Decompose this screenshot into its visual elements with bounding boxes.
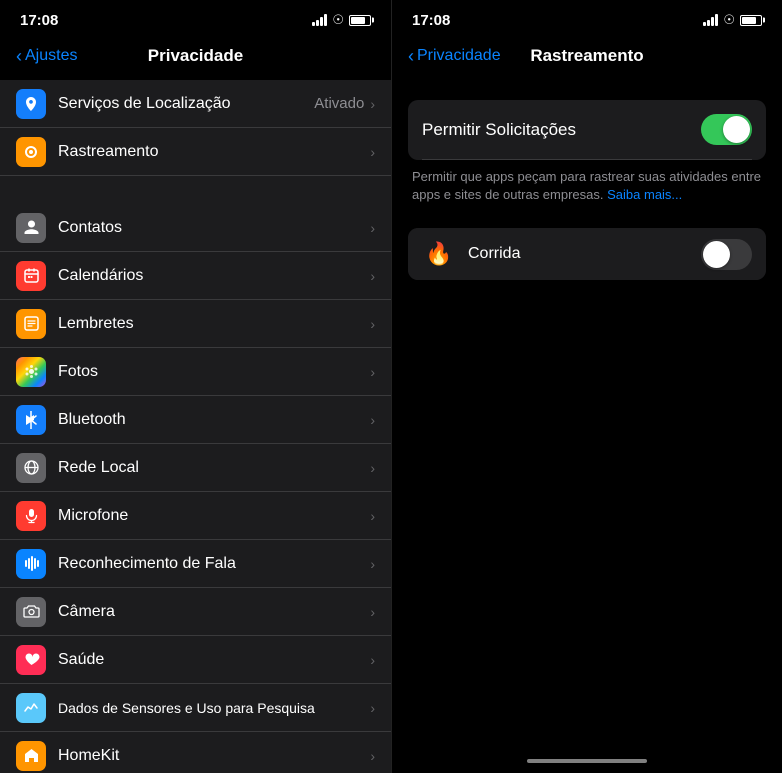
corrida-label: Corrida — [468, 245, 701, 263]
homekit-icon — [16, 741, 46, 771]
saude-icon — [16, 645, 46, 675]
list-item-reconhecimento[interactable]: Reconhecimento de Fala › — [0, 540, 391, 588]
calendarios-icon — [16, 261, 46, 291]
left-section-main: Contatos › Calendários › — [0, 204, 391, 773]
fotos-label: Fotos — [58, 363, 370, 381]
right-battery-icon — [740, 15, 762, 26]
calendarios-chevron: › — [370, 268, 375, 284]
homekit-label: HomeKit — [58, 747, 370, 765]
reconhecimento-icon — [16, 549, 46, 579]
rede-local-chevron: › — [370, 460, 375, 476]
section-divider-1 — [0, 176, 391, 204]
saude-label: Saúde — [58, 651, 370, 669]
left-section-top: Serviços de Localização Ativado › Rastre… — [0, 80, 391, 176]
reconhecimento-chevron: › — [370, 556, 375, 572]
contatos-label: Contatos — [58, 219, 370, 237]
right-nav-title: Rastreamento — [530, 46, 643, 66]
wifi-icon: ☉ — [332, 12, 344, 28]
contatos-chevron: › — [370, 220, 375, 236]
calendarios-label: Calendários — [58, 267, 370, 285]
microfone-label: Microfone — [58, 507, 370, 525]
dados-sensores-icon — [16, 693, 46, 723]
right-wifi-icon: ☉ — [723, 12, 735, 28]
right-status-icons: ☉ — [703, 12, 762, 28]
signal-bars-icon — [312, 14, 327, 26]
saude-chevron: › — [370, 652, 375, 668]
reconhecimento-label: Reconhecimento de Fala — [58, 555, 370, 573]
dados-sensores-label: Dados de Sensores e Uso para Pesquisa — [58, 700, 370, 716]
battery-icon — [349, 15, 371, 26]
corrida-app-row[interactable]: 🔥 Corrida — [408, 228, 766, 280]
left-nav-title: Privacidade — [148, 46, 243, 66]
microfone-icon — [16, 501, 46, 531]
permitir-solicitacoes-toggle[interactable] — [701, 114, 752, 145]
right-panel: 17:08 ☉ ‹ Privacidade Rastreamento Permi — [391, 0, 782, 773]
list-item-camera[interactable]: Câmera › — [0, 588, 391, 636]
list-item-rede-local[interactable]: Rede Local › — [0, 444, 391, 492]
left-status-time: 17:08 — [20, 12, 58, 29]
rede-local-label: Rede Local — [58, 459, 370, 477]
list-item-homekit[interactable]: HomeKit › — [0, 732, 391, 773]
right-nav-bar: ‹ Privacidade Rastreamento — [392, 36, 782, 80]
contatos-icon — [16, 213, 46, 243]
list-item-lembretes[interactable]: Lembretes › — [0, 300, 391, 348]
homekit-chevron: › — [370, 748, 375, 764]
saiba-mais-link[interactable]: Saiba mais... — [607, 187, 682, 202]
right-back-button[interactable]: ‹ Privacidade — [408, 46, 501, 67]
list-item-bluetooth[interactable]: Bluetooth › — [0, 396, 391, 444]
list-item-calendarios[interactable]: Calendários › — [0, 252, 391, 300]
bluetooth-icon — [16, 405, 46, 435]
bluetooth-label: Bluetooth — [58, 411, 370, 429]
list-item-microfone[interactable]: Microfone › — [0, 492, 391, 540]
localizacao-icon — [16, 89, 46, 119]
list-item-rastreamento[interactable]: Rastreamento › — [0, 128, 391, 176]
left-scroll-area: Serviços de Localização Ativado › Rastre… — [0, 80, 391, 773]
dados-sensores-chevron: › — [370, 700, 375, 716]
list-item-fotos[interactable]: Fotos › — [0, 348, 391, 396]
chevron-left-icon: ‹ — [16, 46, 22, 67]
right-home-indicator — [392, 753, 782, 773]
left-status-bar: 17:08 ☉ — [0, 0, 391, 36]
localizacao-label: Serviços de Localização — [58, 95, 314, 113]
corrida-toggle[interactable] — [701, 239, 752, 270]
left-panel: 17:08 ☉ ‹ Ajustes Privacidade — [0, 0, 391, 773]
list-item-saude[interactable]: Saúde › — [0, 636, 391, 684]
camera-icon — [16, 597, 46, 627]
left-back-label: Ajustes — [25, 47, 77, 65]
permitir-solicitacoes-row[interactable]: Permitir Solicitações — [422, 100, 752, 160]
fotos-chevron: › — [370, 364, 375, 380]
localizacao-chevron: › — [370, 96, 375, 112]
fotos-icon — [16, 357, 46, 387]
right-chevron-left-icon: ‹ — [408, 46, 414, 67]
bluetooth-chevron: › — [370, 412, 375, 428]
left-status-icons: ☉ — [312, 12, 371, 28]
rastreamento-label: Rastreamento — [58, 143, 370, 161]
lembretes-icon — [16, 309, 46, 339]
lembretes-label: Lembretes — [58, 315, 370, 333]
lembretes-chevron: › — [370, 316, 375, 332]
list-item-dados-sensores[interactable]: Dados de Sensores e Uso para Pesquisa › — [0, 684, 391, 732]
permitir-description: Permitir que apps peçam para rastrear su… — [408, 160, 766, 220]
right-signal-bars-icon — [703, 14, 718, 26]
permitir-solicitacoes-label: Permitir Solicitações — [422, 120, 701, 140]
right-status-time: 17:08 — [412, 12, 450, 29]
corrida-icon: 🔥 — [422, 237, 456, 271]
list-item-localizacao[interactable]: Serviços de Localização Ativado › — [0, 80, 391, 128]
left-back-button[interactable]: ‹ Ajustes — [16, 46, 77, 67]
rastreamento-chevron: › — [370, 144, 375, 160]
home-bar — [527, 759, 647, 763]
right-status-bar: 17:08 ☉ — [392, 0, 782, 36]
localizacao-value: Ativado — [314, 95, 364, 112]
camera-label: Câmera — [58, 603, 370, 621]
left-nav-bar: ‹ Ajustes Privacidade — [0, 36, 391, 80]
rede-local-icon — [16, 453, 46, 483]
microfone-chevron: › — [370, 508, 375, 524]
rastreamento-icon — [16, 137, 46, 167]
list-item-contatos[interactable]: Contatos › — [0, 204, 391, 252]
right-content: Permitir Solicitações Permitir que apps … — [392, 80, 782, 753]
right-back-label: Privacidade — [417, 47, 501, 65]
camera-chevron: › — [370, 604, 375, 620]
